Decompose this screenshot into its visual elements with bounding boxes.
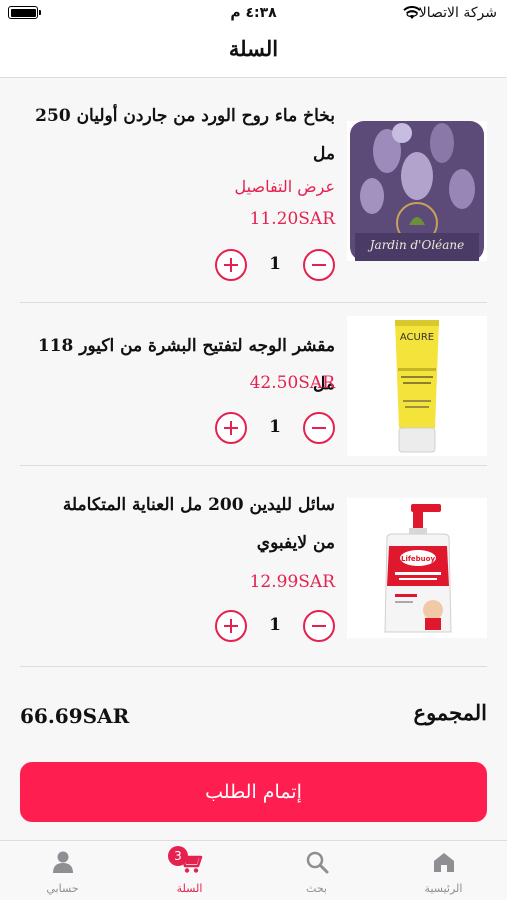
decrease-quantity-button[interactable] bbox=[303, 412, 335, 444]
lifebuoy-brand-text: Lifebuoy bbox=[401, 555, 435, 563]
acure-brand-text: ACURE bbox=[400, 332, 434, 343]
product-image[interactable]: Lifebuoy bbox=[347, 498, 487, 638]
status-bar: شركة الاتصالات ٤:٣٨ م bbox=[0, 0, 507, 32]
product-image[interactable]: ACURE bbox=[347, 316, 487, 456]
status-time: ٤:٣٨ م bbox=[230, 5, 277, 21]
cart-count-badge: 3 bbox=[168, 846, 188, 866]
jardin-oleane-brand-text: Jardin d'Oléane bbox=[367, 238, 465, 252]
quantity-stepper: 1 bbox=[215, 249, 335, 283]
search-icon bbox=[306, 851, 328, 874]
tab-bar: الرئيسية بحث 3 السلة حسابي bbox=[0, 840, 507, 900]
hand-wash-pump-image: Lifebuoy bbox=[347, 498, 487, 638]
tab-cart[interactable]: 3 السلة bbox=[126, 841, 253, 900]
tab-label: بحث bbox=[306, 882, 327, 895]
product-name: سائل لليدين 200 مل العناية المتكاملة من … bbox=[62, 495, 335, 553]
rose-water-spray-image: Jardin d'Oléane bbox=[347, 121, 487, 261]
facial-scrub-tube-image: ACURE bbox=[347, 316, 487, 456]
increase-quantity-button[interactable] bbox=[215, 610, 247, 642]
cart-item: Jardin d'Oléane بخاخ ماء روح الورد من جا… bbox=[20, 79, 487, 303]
decrease-quantity-button[interactable] bbox=[303, 249, 335, 281]
nav-header: السلة bbox=[0, 32, 507, 78]
quantity-stepper: 1 bbox=[215, 412, 335, 446]
cart-item: ACURE مقشر الوجه لتفتيح البشرة من اكيور … bbox=[20, 303, 487, 466]
increase-quantity-button[interactable] bbox=[215, 249, 247, 281]
tab-account[interactable]: حسابي bbox=[0, 841, 126, 900]
tab-label: السلة bbox=[176, 882, 203, 895]
page-title: السلة bbox=[228, 36, 279, 61]
home-icon bbox=[433, 853, 454, 872]
view-details-link[interactable]: عرض التفاصيل bbox=[235, 177, 335, 196]
wifi-icon bbox=[403, 6, 421, 19]
checkout-button[interactable]: إتمام الطلب bbox=[20, 762, 487, 822]
product-price: 11.20SAR bbox=[249, 209, 335, 229]
quantity-stepper: 1 bbox=[215, 610, 335, 644]
product-price: 42.50SAR bbox=[249, 373, 335, 393]
quantity-value: 1 bbox=[269, 417, 281, 437]
tab-label: الرئيسية bbox=[424, 882, 463, 895]
quantity-value: 1 bbox=[269, 615, 281, 635]
tab-home[interactable]: الرئيسية bbox=[380, 841, 507, 900]
product-image[interactable]: Jardin d'Oléane bbox=[347, 121, 487, 261]
decrease-quantity-button[interactable] bbox=[303, 610, 335, 642]
battery-icon bbox=[8, 6, 41, 19]
product-price: 12.99SAR bbox=[249, 572, 335, 592]
tab-search[interactable]: بحث bbox=[253, 841, 380, 900]
quantity-value: 1 bbox=[269, 254, 281, 274]
total-value: 66.69SAR bbox=[20, 704, 130, 728]
tab-label: حسابي bbox=[46, 882, 79, 895]
cart-item: Lifebuoy سائل لليدين 200 مل العناية المت… bbox=[20, 466, 487, 667]
increase-quantity-button[interactable] bbox=[215, 412, 247, 444]
product-name: بخاخ ماء روح الورد من جاردن أوليان 250 م… bbox=[35, 106, 335, 164]
account-icon bbox=[52, 851, 73, 873]
total-label: المجموع bbox=[413, 700, 487, 725]
